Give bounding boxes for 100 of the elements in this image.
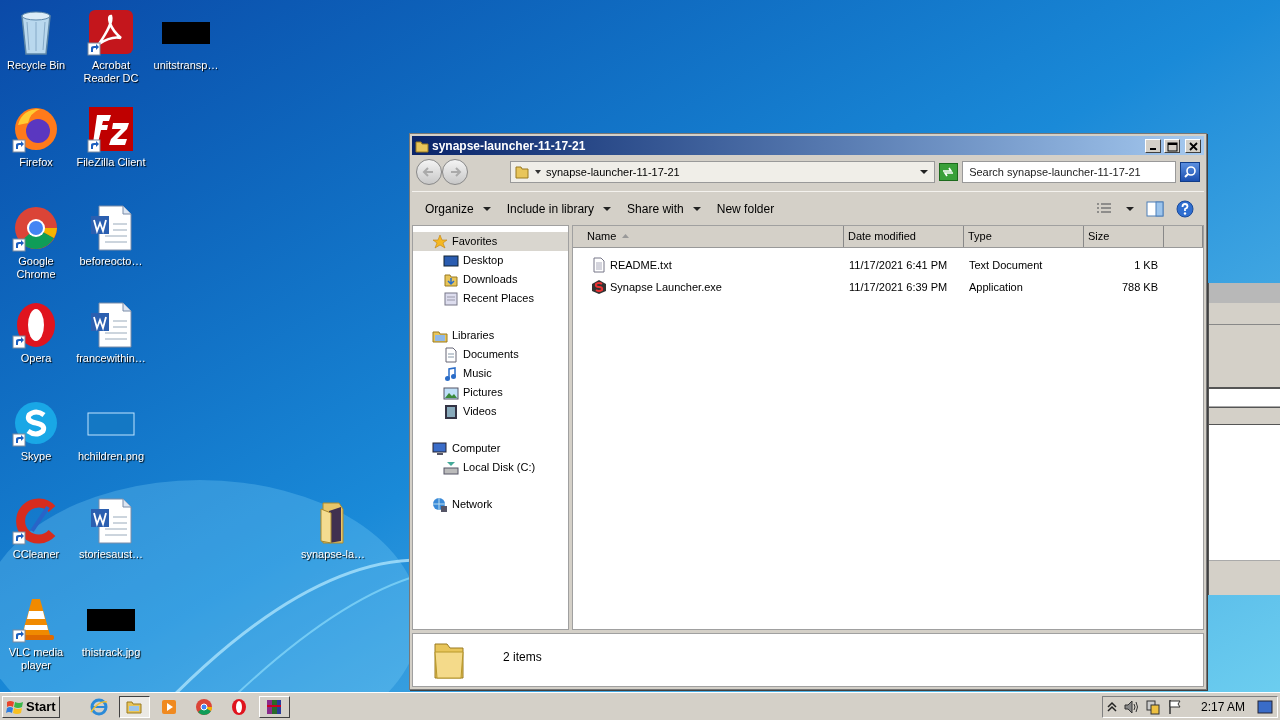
column-header[interactable]: Name xyxy=(573,226,844,247)
windows-flag-icon xyxy=(6,698,24,715)
flag-icon[interactable] xyxy=(1166,698,1183,715)
close-icon xyxy=(1186,139,1200,152)
nav-group[interactable]: Network xyxy=(413,495,568,514)
star-icon xyxy=(432,233,448,250)
documents-icon xyxy=(443,346,459,363)
app-icon xyxy=(591,279,607,295)
browser-icon[interactable] xyxy=(12,204,60,252)
network-icon[interactable] xyxy=(1144,698,1161,715)
column-header[interactable]: Size xyxy=(1084,226,1164,247)
folder-icon xyxy=(514,164,530,180)
nav-group[interactable]: Favorites xyxy=(413,232,568,251)
maximize-icon xyxy=(1165,139,1179,152)
start-button[interactable]: Start xyxy=(2,695,60,718)
recent-icon xyxy=(443,290,459,307)
disk-icon xyxy=(443,459,459,476)
minimize-icon xyxy=(1150,148,1156,150)
nav-item[interactable]: Desktop xyxy=(413,251,568,270)
nav-item[interactable]: Music xyxy=(413,364,568,383)
caret-icon xyxy=(1126,205,1134,212)
file-name[interactable]: README.txt xyxy=(573,256,844,274)
chat-bubble-icon[interactable] xyxy=(12,399,60,447)
browser-icon xyxy=(230,697,249,716)
speaker-icon[interactable] xyxy=(1122,698,1139,715)
media-player-icon xyxy=(160,697,179,716)
search-button[interactable] xyxy=(1180,162,1200,182)
downloads-icon xyxy=(443,271,459,288)
videos-icon xyxy=(443,403,459,420)
network-icon xyxy=(432,496,448,513)
archive-icon xyxy=(265,697,284,716)
nav-group[interactable]: Computer xyxy=(413,439,568,458)
column-header[interactable]: Date modified xyxy=(844,226,964,247)
app-icon[interactable] xyxy=(87,8,135,56)
nav-item[interactable]: Recent Places xyxy=(413,289,568,308)
desktop-icon-label[interactable]: Opera xyxy=(20,352,52,365)
back-button[interactable] xyxy=(416,159,442,185)
desktop-icon-label[interactable]: unitstransp… xyxy=(153,59,219,72)
computer-icon xyxy=(432,440,448,457)
search-icon xyxy=(1183,165,1198,179)
address-bar[interactable]: synapse-launcher-11-17-21 xyxy=(510,161,935,183)
desktop-icon xyxy=(443,252,459,269)
desktop-icon-label[interactable]: FileZilla Client xyxy=(76,156,146,169)
nav-item[interactable]: Videos xyxy=(413,402,568,421)
music-icon xyxy=(443,365,459,382)
forward-arrow-icon xyxy=(448,165,462,179)
folder-icon xyxy=(433,640,465,680)
app-icon[interactable] xyxy=(87,105,135,153)
dropdown-arrow-icon[interactable] xyxy=(918,168,929,176)
table-cell: Text Document xyxy=(969,258,1043,271)
nav-item[interactable]: Downloads xyxy=(413,270,568,289)
file-name[interactable]: Synapse Launcher.exe xyxy=(573,278,844,296)
desktop-icon-label[interactable]: beforeocto… xyxy=(79,255,143,268)
table-cell: 11/17/2021 6:41 PM xyxy=(849,258,948,271)
toolbar-button[interactable]: Organize xyxy=(418,196,498,221)
search-field[interactable]: Search synapse-launcher-11-17-21 xyxy=(962,161,1177,183)
nav-item[interactable]: Pictures xyxy=(413,383,568,402)
browser-icon xyxy=(195,697,214,716)
window-title: synapse-launcher-11-17-21 xyxy=(432,137,587,155)
help-icon[interactable] xyxy=(1176,199,1194,218)
maximize-button[interactable] xyxy=(1164,138,1180,153)
desktop-icon-label[interactable]: Recycle Bin xyxy=(6,59,66,72)
table-cell-text: 1 KB xyxy=(1134,257,1158,273)
toolbar-button[interactable]: Include in library xyxy=(499,196,619,221)
toolbar-button[interactable]: Share with xyxy=(620,196,708,221)
close-button[interactable] xyxy=(1185,138,1201,153)
caret-icon xyxy=(482,205,491,212)
desktop-icon-label[interactable]: Skype xyxy=(20,450,52,463)
refresh-icon xyxy=(941,166,956,178)
text-file-icon xyxy=(591,257,607,273)
desktop-icon-label[interactable]: Google Chrome xyxy=(0,255,74,281)
address-path[interactable]: synapse-launcher-11-17-21 xyxy=(546,163,915,181)
desktop-icon-label[interactable]: hchildren.png xyxy=(77,450,145,463)
preview-pane-icon[interactable] xyxy=(1146,200,1164,217)
back-arrow-icon xyxy=(422,165,436,179)
table-cell: 11/17/2021 6:39 PM xyxy=(849,280,948,293)
globe-icon[interactable] xyxy=(12,105,60,153)
refresh-button[interactable] xyxy=(938,163,959,181)
minimize-button[interactable] xyxy=(1145,138,1161,153)
table-cell-text: 788 KB xyxy=(1121,279,1158,295)
table-cell: Application xyxy=(969,280,1023,293)
desktop-icon-label[interactable]: Acrobat Reader DC xyxy=(73,59,149,85)
nav-group[interactable]: Libraries xyxy=(413,326,568,345)
nav-item[interactable]: Local Disk (C:) xyxy=(413,458,568,477)
column-header[interactable]: Type xyxy=(964,226,1084,247)
clock[interactable]: 2:17 AM xyxy=(1200,697,1245,716)
forward-button[interactable] xyxy=(442,159,468,185)
item-count: 2 items xyxy=(503,649,542,666)
nav-item[interactable]: Documents xyxy=(413,345,568,364)
caret-icon[interactable] xyxy=(534,168,542,176)
show-desktop-icon[interactable] xyxy=(1257,699,1273,714)
toolbar-button[interactable]: New folder xyxy=(709,196,782,221)
desktop-icon-label[interactable]: francewithin… xyxy=(76,352,146,365)
taskbar-button[interactable] xyxy=(118,695,150,718)
chevron-icon[interactable] xyxy=(1106,700,1117,713)
sort-arrow-icon xyxy=(622,234,630,239)
folder-icon xyxy=(415,138,429,153)
pictures-icon xyxy=(443,384,459,401)
desktop-icon-label[interactable]: Firefox xyxy=(19,156,53,169)
caret-icon xyxy=(692,205,701,212)
